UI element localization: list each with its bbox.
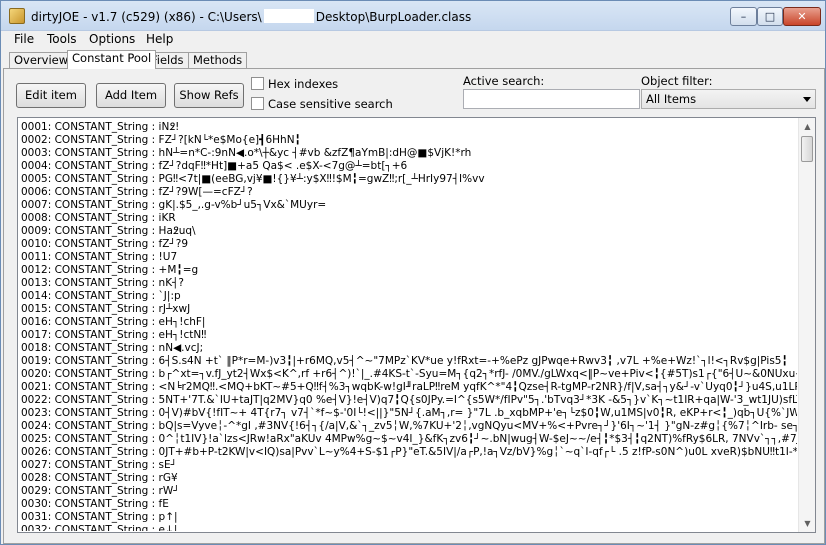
chevron-down-icon	[803, 97, 811, 102]
constant-pool-entries: 0001: CONSTANT_String : iN߶! 0002: CONSTA…	[21, 121, 797, 531]
menu-file[interactable]: File	[14, 32, 34, 46]
maximize-icon: □	[764, 10, 776, 23]
app-icon	[9, 8, 25, 24]
show-refs-button[interactable]: Show Refs	[174, 83, 244, 108]
scroll-up-icon[interactable]: ▲	[801, 120, 814, 133]
object-filter-select[interactable]: All Items	[641, 89, 816, 109]
list-item[interactable]: 0028: CONSTANT_String : rG¥	[21, 472, 797, 485]
title-prefix: dirtyJOE - v1.7 (c529) (x86) - C:\Users\	[31, 10, 262, 24]
list-item[interactable]: 0001: CONSTANT_String : iN߶!	[21, 121, 797, 134]
list-item[interactable]: 0018: CONSTANT_String : nN◀.vcJ;	[21, 342, 797, 355]
case-sensitive-option[interactable]: Case sensitive search	[251, 97, 393, 111]
menu-tools[interactable]: Tools	[47, 32, 77, 46]
close-icon: ✕	[797, 10, 807, 23]
list-item[interactable]: 0025: CONSTANT_String : 0^╎t1IV}!a`lzs<J…	[21, 433, 797, 446]
menu-options[interactable]: Options	[89, 32, 135, 46]
redacted-username	[263, 9, 314, 23]
add-item-button[interactable]: Add Item	[96, 83, 166, 108]
hex-indexes-label: Hex indexes	[268, 77, 339, 91]
list-item[interactable]: 0026: CONSTANT_String : 0JT+#b+P-t2KW|v<…	[21, 446, 797, 459]
list-item[interactable]: 0012: CONSTANT_String : +M╏=g	[21, 264, 797, 277]
case-sensitive-checkbox[interactable]	[251, 97, 264, 110]
list-item[interactable]: 0031: CONSTANT_String : p↑|	[21, 511, 797, 524]
list-item[interactable]: 0019: CONSTANT_String : 6┤S.s4N +t` ‖P*r…	[21, 355, 797, 368]
list-item[interactable]: 0027: CONSTANT_String : sE┘	[21, 459, 797, 472]
list-item[interactable]: 0002: CONSTANT_String : FZ┘?[kN└*e$Mo{e]…	[21, 134, 797, 147]
list-item[interactable]: 0020: CONSTANT_String : b┌^xt=┐v.fJ_yt2┤…	[21, 368, 797, 381]
minimize-icon: –	[740, 10, 747, 23]
list-item[interactable]: 0017: CONSTANT_String : eH┐!ctN‼	[21, 329, 797, 342]
title-bar[interactable]: dirtyJOE - v1.7 (c529) (x86) - C:\Users\…	[1, 1, 825, 31]
constant-pool-list[interactable]: 0001: CONSTANT_String : iN߶! 0002: CONSTA…	[17, 117, 816, 533]
list-item[interactable]: 0009: CONSTANT_String : Ha߶uq\	[21, 225, 797, 238]
list-item[interactable]: 0029: CONSTANT_String : rW┘	[21, 485, 797, 498]
list-item[interactable]: 0005: CONSTANT_String : PG‼<7t|■(eeBG,vj…	[21, 173, 797, 186]
title-suffix: Desktop\BurpLoader.class	[315, 10, 472, 24]
case-sensitive-label: Case sensitive search	[268, 97, 393, 111]
list-item[interactable]: 0030: CONSTANT_String : fE	[21, 498, 797, 511]
menu-bar: File Tools Options Help	[1, 31, 825, 49]
list-item[interactable]: 0003: CONSTANT_String : hN┴=n*C-:9nN◀.o*…	[21, 147, 797, 160]
list-item[interactable]: 0011: CONSTANT_String : !U7	[21, 251, 797, 264]
object-filter-value: All Items	[646, 92, 697, 106]
maximize-button[interactable]: □	[757, 7, 783, 26]
object-filter-label: Object filter:	[641, 74, 713, 88]
list-item[interactable]: 0024: CONSTANT_String : bQ|s=Vyve╎-^*gI …	[21, 420, 797, 433]
hex-indexes-checkbox[interactable]	[251, 77, 264, 90]
tab-strip: Overview Constant Pool Fields Methods	[1, 50, 825, 69]
list-item[interactable]: 0016: CONSTANT_String : eH┐!chF|	[21, 316, 797, 329]
list-item[interactable]: 0004: CONSTANT_String : fZ┘?dqF‼*Ht]■+a5…	[21, 160, 797, 173]
tab-overview[interactable]: Overview	[9, 52, 74, 69]
list-item[interactable]: 0013: CONSTANT_String : nK┤?	[21, 277, 797, 290]
close-button[interactable]: ✕	[783, 7, 821, 26]
minimize-button[interactable]: –	[730, 7, 757, 26]
tab-constant-pool[interactable]: Constant Pool	[67, 50, 157, 69]
list-item[interactable]: 0032: CONSTANT_String : e↓|	[21, 524, 797, 531]
list-item[interactable]: 0021: CONSTANT_String : <N╘r2MQ‼.<MQ+bKT…	[21, 381, 797, 394]
edit-item-button[interactable]: Edit item	[16, 83, 86, 108]
list-item[interactable]: 0007: CONSTANT_String : gK|.$5_,.g-v%b┘u…	[21, 199, 797, 212]
list-item[interactable]: 0022: CONSTANT_String : 5NT+'7T.&`IU+taJ…	[21, 394, 797, 407]
vertical-scrollbar[interactable]: ▲ ▼	[798, 118, 815, 532]
list-item[interactable]: 0006: CONSTANT_String : fZ┘?9W[—=cFZ┘?	[21, 186, 797, 199]
hex-indexes-option[interactable]: Hex indexes	[251, 77, 338, 91]
scroll-thumb[interactable]	[801, 136, 813, 162]
scroll-down-icon[interactable]: ▼	[801, 517, 814, 530]
list-item[interactable]: 0010: CONSTANT_String : fZ┘?9	[21, 238, 797, 251]
list-item[interactable]: 0014: CONSTANT_String : `J|:p	[21, 290, 797, 303]
list-item[interactable]: 0008: CONSTANT_String : iKR	[21, 212, 797, 225]
window-title: dirtyJOE - v1.7 (c529) (x86) - C:\Users\…	[31, 9, 471, 24]
active-search-label: Active search:	[463, 74, 545, 88]
app-window: dirtyJOE - v1.7 (c529) (x86) - C:\Users\…	[0, 0, 826, 545]
menu-help[interactable]: Help	[146, 32, 173, 46]
list-item[interactable]: 0023: CONSTANT_String : 0┤V)#bV{!fIT~+ 4…	[21, 407, 797, 420]
tab-methods[interactable]: Methods	[188, 52, 248, 69]
constant-pool-panel: Edit item Add Item Show Refs Hex indexes…	[3, 68, 825, 544]
active-search-input[interactable]	[463, 89, 640, 109]
list-item[interactable]: 0015: CONSTANT_String : rJ┴xwJ	[21, 303, 797, 316]
